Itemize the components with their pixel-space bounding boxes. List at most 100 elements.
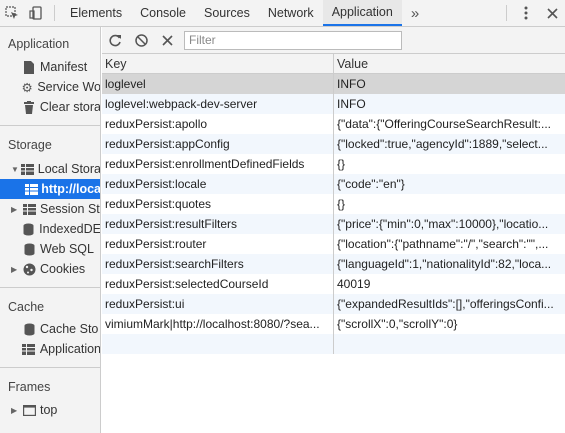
collapsed-triangle-icon[interactable]: ▶ <box>11 406 21 415</box>
key-cell[interactable]: reduxPersist:router <box>102 234 334 254</box>
sidebar-item-clear-storage[interactable]: Clear stora <box>0 97 100 117</box>
sidebar-item-label: Cookies <box>40 262 86 276</box>
table-grid-icon <box>21 342 37 356</box>
sidebar-item-label: top <box>40 403 58 417</box>
key-cell[interactable]: loglevel <box>102 74 334 94</box>
value-cell[interactable]: {"code":"en"} <box>334 174 565 194</box>
sidebar-item-label: Application <box>39 342 101 356</box>
value-cell[interactable]: {"data":{"OfferingCourseSearchResult:... <box>334 114 565 134</box>
clear-all-icon[interactable] <box>128 27 154 54</box>
table-row[interactable]: reduxPersist:selectedCourseId 40019 <box>102 274 565 294</box>
storage-table: Key Value loglevel INFO loglevel:webpack-d… <box>102 54 565 433</box>
sidebar-item-indexeddb[interactable]: IndexedDE <box>0 219 101 239</box>
value-cell[interactable]: {} <box>334 194 565 214</box>
table-grid-icon <box>25 182 39 196</box>
table-row[interactable]: vimiumMark|http://localhost:8080/?sea...… <box>102 314 565 334</box>
table-row[interactable]: reduxPersist:router {"location":{"pathnam… <box>102 234 565 254</box>
column-header-key[interactable]: Key <box>102 54 334 74</box>
table-row[interactable]: reduxPersist:quotes{} <box>102 194 565 214</box>
sidebar-item-label: IndexedDE <box>39 222 101 236</box>
more-tabs-button[interactable]: » <box>402 0 428 26</box>
key-cell[interactable]: reduxPersist:resultFilters <box>102 214 334 234</box>
key-cell[interactable]: reduxPersist:apollo <box>102 114 334 134</box>
device-toolbar-icon[interactable] <box>24 0 48 26</box>
table-row[interactable]: reduxPersist:enrollmentDefinedFields{} <box>102 154 565 174</box>
table-row[interactable]: reduxPersist:apollo {"data":{"OfferingCou… <box>102 114 565 134</box>
frame-icon <box>21 403 37 417</box>
sidebar-item-cookies[interactable]: ▶ Cookies <box>0 259 100 279</box>
key-cell[interactable]: reduxPersist:appConfig <box>102 134 334 154</box>
sidebar-item-application-cache[interactable]: Application <box>0 339 101 359</box>
close-icon[interactable] <box>539 0 565 26</box>
key-cell[interactable]: reduxPersist:selectedCourseId <box>102 274 334 294</box>
kebab-menu-icon[interactable] <box>513 0 539 26</box>
table-row[interactable]: reduxPersist:resultFilters {"price":{"min… <box>102 214 565 234</box>
sidebar-divider <box>0 287 100 288</box>
collapsed-triangle-icon[interactable]: ▶ <box>11 205 21 214</box>
application-sidebar: Application Manifest ⚙ Service Wo Clear … <box>0 27 101 433</box>
sidebar-item-label: Manifest <box>40 60 88 74</box>
expanded-triangle-icon[interactable]: ▼ <box>11 165 20 174</box>
key-cell[interactable]: vimiumMark|http://localhost:8080/?sea... <box>102 314 334 334</box>
tab-console[interactable]: Console <box>131 0 195 26</box>
table-row[interactable]: loglevel INFO <box>102 74 565 94</box>
sidebar-item-label: Service Wo <box>37 80 101 94</box>
sidebar-item-label: Session St <box>40 202 100 216</box>
table-row[interactable]: reduxPersist:appConfig {"locked":true,"ag… <box>102 134 565 154</box>
value-cell[interactable]: {"languageId":1,"nationalityId":82,"loca… <box>334 254 565 274</box>
value-cell[interactable]: {} <box>334 154 565 174</box>
sidebar-divider <box>0 125 100 126</box>
key-cell[interactable]: reduxPersist:ui <box>102 294 334 314</box>
tab-network[interactable]: Network <box>259 0 323 26</box>
database-icon <box>21 322 37 336</box>
database-icon <box>21 222 36 236</box>
application-section-title: Application <box>8 37 70 51</box>
key-cell[interactable]: reduxPersist:quotes <box>102 194 334 214</box>
refresh-icon[interactable] <box>102 27 128 54</box>
value-cell[interactable]: {"price":{"min":0,"max":10000},"locatio.… <box>334 214 565 234</box>
table-row[interactable] <box>102 334 565 354</box>
cookie-icon <box>21 262 37 276</box>
gear-icon: ⚙ <box>21 80 33 95</box>
value-cell[interactable]: INFO <box>334 94 565 114</box>
storage-section-title: Storage <box>8 138 52 152</box>
table-row[interactable]: reduxPersist:searchFilters {"languageId":… <box>102 254 565 274</box>
sidebar-item-cache-storage[interactable]: Cache Sto <box>0 319 100 339</box>
key-cell[interactable] <box>102 334 334 354</box>
sidebar-item-local-storage[interactable]: ▼ Local Stora <box>0 159 100 179</box>
table-row[interactable]: reduxPersist:ui {"expandedResultIds":[],"… <box>102 294 565 314</box>
key-cell[interactable]: reduxPersist:locale <box>102 174 334 194</box>
tab-sources[interactable]: Sources <box>195 0 259 26</box>
delete-selected-icon[interactable] <box>154 27 180 54</box>
tab-application[interactable]: Application <box>322 0 402 26</box>
sidebar-item-manifest[interactable]: Manifest <box>0 57 100 77</box>
value-cell[interactable]: {"locked":true,"agencyId":1889,"select..… <box>334 134 565 154</box>
storage-toolbar <box>102 27 565 54</box>
sidebar-divider <box>0 367 100 368</box>
value-cell[interactable]: 40019 <box>334 274 565 294</box>
table-header: Key Value <box>102 54 565 74</box>
sidebar-item-session-storage[interactable]: ▶ Session St <box>0 199 100 219</box>
key-cell[interactable]: reduxPersist:enrollmentDefinedFields <box>102 154 334 174</box>
table-row[interactable]: loglevel:webpack-dev-server INFO <box>102 94 565 114</box>
value-cell[interactable]: {"scrollX":0,"scrollY":0} <box>334 314 565 334</box>
trash-icon <box>21 100 37 114</box>
sidebar-item-service-workers[interactable]: ⚙ Service Wo <box>0 77 101 97</box>
collapsed-triangle-icon[interactable]: ▶ <box>11 265 21 274</box>
toolbar-divider <box>54 5 55 21</box>
value-cell[interactable]: INFO <box>334 74 565 94</box>
value-cell[interactable]: {"expandedResultIds":[],"offeringsConfi.… <box>334 294 565 314</box>
sidebar-item-local-storage-origin[interactable]: http://loca <box>0 179 101 199</box>
key-cell[interactable]: loglevel:webpack-dev-server <box>102 94 334 114</box>
sidebar-item-label: http://loca <box>41 182 101 196</box>
table-row[interactable]: reduxPersist:locale {"code":"en"} <box>102 174 565 194</box>
key-cell[interactable]: reduxPersist:searchFilters <box>102 254 334 274</box>
sidebar-item-top-frame[interactable]: ▶ top <box>0 400 100 420</box>
tab-elements[interactable]: Elements <box>61 0 131 26</box>
sidebar-item-websql[interactable]: Web SQL <box>0 239 100 259</box>
filter-input[interactable] <box>184 30 402 50</box>
value-cell[interactable] <box>334 334 565 354</box>
value-cell[interactable]: {"location":{"pathname":"/","search":"",… <box>334 234 565 254</box>
inspect-element-icon[interactable] <box>0 0 24 26</box>
column-header-value[interactable]: Value <box>334 54 565 74</box>
